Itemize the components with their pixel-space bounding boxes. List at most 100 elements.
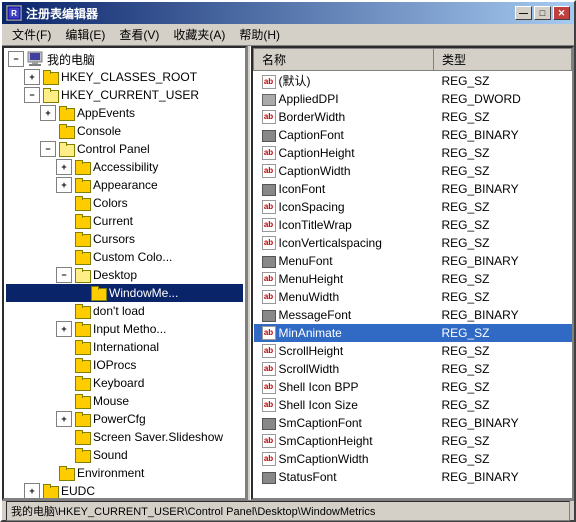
table-row[interactable]: abBorderWidthREG_SZ	[254, 108, 572, 126]
table-row[interactable]: abShell Icon BPPREG_SZ	[254, 378, 572, 396]
reg-entry-name: AppliedDPI	[254, 90, 434, 108]
reg-ab-icon: ab	[262, 75, 276, 89]
tree-item-customcolo[interactable]: Custom Colo...	[6, 248, 243, 266]
reg-entry-label: SmCaptionWidth	[279, 452, 369, 466]
minimize-button[interactable]: —	[515, 6, 532, 20]
reg-entry-name: abMenuHeight	[254, 270, 434, 288]
folder-icon-dl	[74, 304, 90, 318]
reg-ab-icon: ab	[262, 218, 276, 232]
tree-label-appevents: AppEvents	[77, 106, 135, 120]
reg-entry-label: MenuFont	[279, 254, 333, 268]
tree-item-environment[interactable]: Environment	[6, 464, 243, 482]
expander-cp[interactable]: −	[40, 141, 56, 157]
tree-item-inputmethod[interactable]: + Input Metho...	[6, 320, 243, 338]
right-panel[interactable]: 名称 类型 ab(默认)REG_SZAppliedDPIREG_DWORDabB…	[251, 46, 574, 500]
expander-appear[interactable]: +	[56, 177, 72, 193]
table-row[interactable]: abMenuWidthREG_SZ	[254, 288, 572, 306]
col-type[interactable]: 类型	[434, 49, 572, 71]
table-row[interactable]: abCaptionHeightREG_SZ	[254, 144, 572, 162]
tree-label-intl: International	[93, 340, 159, 354]
expander-hkcr[interactable]: +	[24, 69, 40, 85]
reg-entry-type: REG_SZ	[434, 432, 572, 450]
table-row[interactable]: CaptionFontREG_BINARY	[254, 126, 572, 144]
tree-item-mouse[interactable]: Mouse	[6, 392, 243, 410]
tree-item-international[interactable]: International	[6, 338, 243, 356]
reg-entry-name: abSmCaptionHeight	[254, 432, 434, 450]
folder-icon-io	[74, 358, 90, 372]
expander-appevents[interactable]: +	[40, 105, 56, 121]
menu-favorites[interactable]: 收藏夹(A)	[167, 24, 231, 45]
tree-item-current[interactable]: Current	[6, 212, 243, 230]
expander-im[interactable]: +	[56, 321, 72, 337]
reg-entry-name: ab(默认)	[254, 71, 434, 91]
tree-item-appearance[interactable]: + Appearance	[6, 176, 243, 194]
table-row[interactable]: abShell Icon SizeREG_SZ	[254, 396, 572, 414]
table-row[interactable]: IconFontREG_BINARY	[254, 180, 572, 198]
reg-entry-type: REG_BINARY	[434, 414, 572, 432]
menu-file[interactable]: 文件(F)	[6, 24, 57, 45]
col-name[interactable]: 名称	[254, 49, 434, 71]
table-row[interactable]: abMinAnimateREG_SZ	[254, 324, 572, 342]
table-row[interactable]: abIconTitleWrapREG_SZ	[254, 216, 572, 234]
expander-pwr[interactable]: +	[56, 411, 72, 427]
expander-mypc[interactable]: −	[8, 51, 24, 67]
reg-entry-label: (默认)	[279, 74, 311, 88]
table-row[interactable]: abScrollWidthREG_SZ	[254, 360, 572, 378]
expander-wm	[72, 285, 88, 301]
table-row[interactable]: abMenuHeightREG_SZ	[254, 270, 572, 288]
tree-item-dontload[interactable]: don't load	[6, 302, 243, 320]
menu-help[interactable]: 帮助(H)	[233, 24, 286, 45]
tree-label-cc: Custom Colo...	[93, 250, 172, 264]
tree-item-hkcu[interactable]: − HKEY_CURRENT_USER	[6, 86, 243, 104]
registry-editor-window: R 注册表编辑器 — □ ✕ 文件(F) 编辑(E) 查看(V) 收藏夹(A) …	[0, 0, 576, 522]
svg-text:R: R	[11, 9, 17, 18]
table-row[interactable]: abIconSpacingREG_SZ	[254, 198, 572, 216]
tree-item-screensaver[interactable]: Screen Saver.Slideshow	[6, 428, 243, 446]
tree-item-mypc[interactable]: − 我的电脑	[6, 50, 243, 68]
close-button[interactable]: ✕	[553, 6, 570, 20]
expander-desktop[interactable]: −	[56, 267, 72, 283]
table-row[interactable]: ab(默认)REG_SZ	[254, 71, 572, 91]
folder-icon-ss	[74, 430, 90, 444]
tree-item-appevents[interactable]: + AppEvents	[6, 104, 243, 122]
expander-hkcu[interactable]: −	[24, 87, 40, 103]
expander-eudc[interactable]: +	[24, 483, 40, 499]
menu-view[interactable]: 查看(V)	[113, 24, 165, 45]
table-row[interactable]: SmCaptionFontREG_BINARY	[254, 414, 572, 432]
table-row[interactable]: MenuFont REG_BINARY	[254, 252, 572, 270]
table-row[interactable]: abSmCaptionHeightREG_SZ	[254, 432, 572, 450]
table-row[interactable]: AppliedDPIREG_DWORD	[254, 90, 572, 108]
menu-edit[interactable]: 编辑(E)	[59, 24, 111, 45]
reg-ab-icon: ab	[262, 164, 276, 178]
tree-item-keyboard[interactable]: Keyboard	[6, 374, 243, 392]
tree-item-cursors[interactable]: Cursors	[6, 230, 243, 248]
table-row[interactable]: abIconVerticalspacingREG_SZ	[254, 234, 572, 252]
expander-intl	[56, 339, 72, 355]
tree-panel[interactable]: − 我的电脑 + HKEY_CLASSES_R	[2, 46, 247, 500]
tree-item-colors[interactable]: Colors	[6, 194, 243, 212]
tree-item-powercfg[interactable]: + PowerCfg	[6, 410, 243, 428]
tree-item-console[interactable]: Console	[6, 122, 243, 140]
tree-item-eudc[interactable]: + EUDC	[6, 482, 243, 500]
table-row[interactable]: abSmCaptionWidthREG_SZ	[254, 450, 572, 468]
tree-item-controlpanel[interactable]: − Control Panel	[6, 140, 243, 158]
tree-item-accessibility[interactable]: + Accessibility	[6, 158, 243, 176]
expander-access[interactable]: +	[56, 159, 72, 175]
tree-item-ioprocs[interactable]: IOProcs	[6, 356, 243, 374]
folder-icon-appear	[74, 178, 90, 192]
table-row[interactable]: abScrollHeightREG_SZ	[254, 342, 572, 360]
tree-label-colors: Colors	[93, 196, 128, 210]
table-row[interactable]: MessageFontREG_BINARY	[254, 306, 572, 324]
reg-entry-type: REG_BINARY	[434, 252, 572, 270]
reg-bin-icon	[262, 310, 276, 322]
table-row[interactable]: StatusFontREG_BINARY	[254, 468, 572, 486]
menubar: 文件(F) 编辑(E) 查看(V) 收藏夹(A) 帮助(H)	[2, 24, 574, 46]
tree-item-windowmetrics[interactable]: WindowMe...	[6, 284, 243, 302]
tree-item-hkcr[interactable]: + HKEY_CLASSES_ROOT	[6, 68, 243, 86]
tree-item-sound[interactable]: Sound	[6, 446, 243, 464]
table-row[interactable]: abCaptionWidthREG_SZ	[254, 162, 572, 180]
reg-entry-label: Shell Icon BPP	[279, 380, 359, 394]
maximize-button[interactable]: □	[534, 6, 551, 20]
tree-item-desktop[interactable]: − Desktop	[6, 266, 243, 284]
tree-label-appear: Appearance	[93, 178, 158, 192]
